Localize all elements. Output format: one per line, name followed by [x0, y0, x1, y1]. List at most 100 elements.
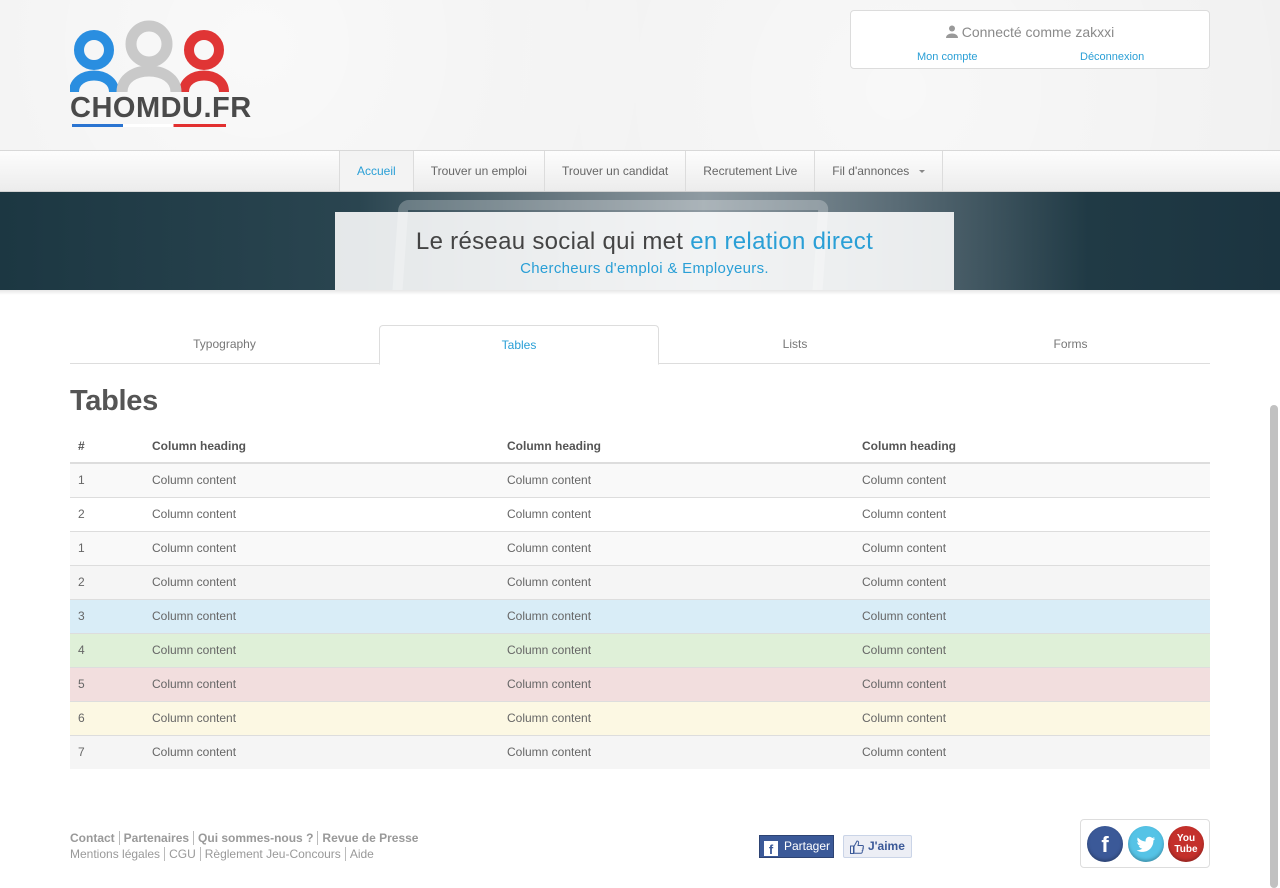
footer-link-mentions-legales[interactable]: Mentions légales: [70, 846, 160, 862]
tab-typography[interactable]: Typography: [70, 325, 379, 364]
table-cell-number: 2: [70, 564, 152, 599]
table-row: 4 Column content Column content Column cont…: [70, 632, 1210, 667]
table-cell: Column content: [152, 666, 507, 701]
nav-item-trouver-emploi[interactable]: Trouver un emploi: [414, 151, 545, 191]
table-cell-number: 4: [70, 632, 152, 667]
logout-link[interactable]: Déconnexion: [1080, 51, 1144, 63]
main-navbar: Accueil Trouver un emploi Trouver un can…: [0, 150, 1280, 192]
nav-item-accueil[interactable]: Accueil: [340, 151, 414, 191]
table-cell-number: 2: [70, 496, 152, 531]
table-cell: Column content: [507, 564, 862, 599]
footer-separator: [317, 831, 319, 845]
banner-subtitle: Chercheurs d'emploi & Employeurs.: [520, 260, 769, 277]
footer-link-aide[interactable]: Aide: [350, 846, 374, 862]
banner-shadow: [0, 290, 1280, 295]
table-header-cell[interactable]: Column heading: [152, 429, 507, 464]
facebook-icon[interactable]: f: [1087, 826, 1123, 862]
table-cell: Column content: [507, 700, 862, 735]
table-cell: Column content: [862, 632, 1210, 667]
table-cell: Column content: [507, 462, 862, 497]
table-cell-number: 1: [70, 462, 152, 497]
thumbs-up-icon: [850, 840, 864, 854]
table-cell: Column content: [507, 632, 862, 667]
table-cell-number: 3: [70, 598, 152, 633]
share-label: Partager: [784, 839, 831, 853]
account-user: Connecté comme zakxxi: [851, 24, 1209, 40]
site-logo[interactable]: CHOMDU.FR: [69, 20, 251, 130]
table-row: 6 Column content Column content Column cont…: [70, 700, 1210, 735]
banner-tagline-highlight: en relation direct: [690, 228, 874, 255]
footer-separator: [118, 831, 120, 845]
footer-link-revue-presse[interactable]: Revue de Presse: [322, 830, 418, 846]
footer-separator: [164, 847, 166, 861]
table-cell: Column content: [862, 496, 1210, 531]
content-tabs: Typography Tables Lists Forms: [70, 325, 1210, 365]
account-box: Connecté comme zakxxi Mon compte Déconne…: [850, 10, 1210, 69]
nav-item-label: Accueil: [357, 164, 396, 178]
table-row: 3 Column content Column content Column cont…: [70, 598, 1210, 633]
footer-separator: [344, 847, 346, 861]
table-cell: Column content: [862, 734, 1210, 769]
table-cell: Column content: [507, 530, 862, 565]
table-cell-number: 5: [70, 666, 152, 701]
nav-item-label: Trouver un candidat: [561, 164, 669, 178]
facebook-share-button[interactable]: f Partager: [759, 835, 834, 858]
youtube-label-you: You: [1176, 833, 1196, 844]
table-cell: Column content: [507, 496, 862, 531]
nav-item-label: Trouver un emploi: [430, 164, 527, 178]
footer-link-partenaires[interactable]: Partenaires: [124, 830, 189, 846]
my-account-link[interactable]: Mon compte: [917, 51, 978, 63]
tab-lists[interactable]: Lists: [659, 325, 931, 364]
hero-banner: Le réseau social qui met en relation dir…: [0, 192, 1280, 290]
logo-flag-bar: [72, 124, 226, 127]
banner-tagline-box: Le réseau social qui met en relation dir…: [335, 212, 954, 290]
footer-link-cgu[interactable]: CGU: [169, 846, 196, 862]
page-scrollbar[interactable]: [1270, 405, 1278, 888]
table-cell: Column content: [152, 700, 507, 735]
social-links-box: f You Tube: [1080, 819, 1210, 868]
table-row: 7 Column content Column content Column cont…: [70, 734, 1210, 769]
table-header-cell[interactable]: #: [70, 429, 152, 464]
table-cell: Column content: [152, 564, 507, 599]
twitter-bird-icon: [1136, 836, 1155, 852]
table-cell: Column content: [152, 598, 507, 633]
banner-tagline-prefix: Le réseau social qui met: [415, 228, 691, 255]
data-table: # Column heading Column heading Column h…: [70, 429, 1210, 769]
footer-link-reglement[interactable]: Règlement Jeu-Concours: [205, 846, 341, 862]
logo-text: CHOMDU.FR: [70, 92, 252, 124]
site-header: CHOMDU.FR Connecté comme zakxxi Mon comp…: [0, 0, 1280, 150]
section-title: Tables: [70, 385, 158, 417]
table-cell: Column content: [862, 462, 1210, 497]
caret-down-icon: [919, 170, 926, 173]
nav-item-trouver-candidat[interactable]: Trouver un candidat: [545, 151, 687, 191]
footer-links: Contact Partenaires Qui sommes-nous ? Revue…: [70, 830, 418, 862]
youtube-icon[interactable]: You Tube: [1168, 826, 1204, 862]
nav-item-fil-annonces[interactable]: Fil d'annonces: [815, 151, 944, 191]
footer-link-contact[interactable]: Contact: [70, 830, 115, 846]
table-row: 5 Column content Column content Column cont…: [70, 666, 1210, 701]
footer-link-qui-sommes-nous[interactable]: Qui sommes-nous ?: [198, 830, 313, 846]
table-cell: Column content: [507, 598, 862, 633]
nav-item-label: Recrutement Live: [703, 164, 798, 178]
nav-list: Accueil Trouver un emploi Trouver un can…: [339, 151, 944, 191]
table-cell: Column content: [152, 496, 507, 531]
table-header-cell[interactable]: Column heading: [862, 429, 1210, 464]
table-cell: Column content: [152, 462, 507, 497]
table-cell-number: 7: [70, 734, 152, 769]
facebook-like-button[interactable]: J'aime: [843, 835, 912, 858]
user-icon: [945, 25, 958, 38]
twitter-icon[interactable]: [1128, 826, 1164, 862]
tab-tables[interactable]: Tables: [379, 325, 659, 365]
youtube-label-tube: Tube: [1174, 844, 1198, 855]
table-cell: Column content: [507, 734, 862, 769]
table-header-cell[interactable]: Column heading: [507, 429, 862, 464]
facebook-f-icon: f: [764, 841, 778, 857]
account-user-label: Connecté comme zakxxi: [961, 24, 1115, 40]
table-row: 1 Column content Column content Column cont…: [70, 530, 1210, 565]
like-label: J'aime: [868, 839, 905, 853]
nav-item-recrutement-live[interactable]: Recrutement Live: [686, 151, 816, 191]
table-cell: Column content: [152, 530, 507, 565]
table-cell: Column content: [152, 734, 507, 769]
nav-item-label: Fil d'annonces: [832, 164, 910, 178]
tab-forms[interactable]: Forms: [931, 325, 1210, 364]
